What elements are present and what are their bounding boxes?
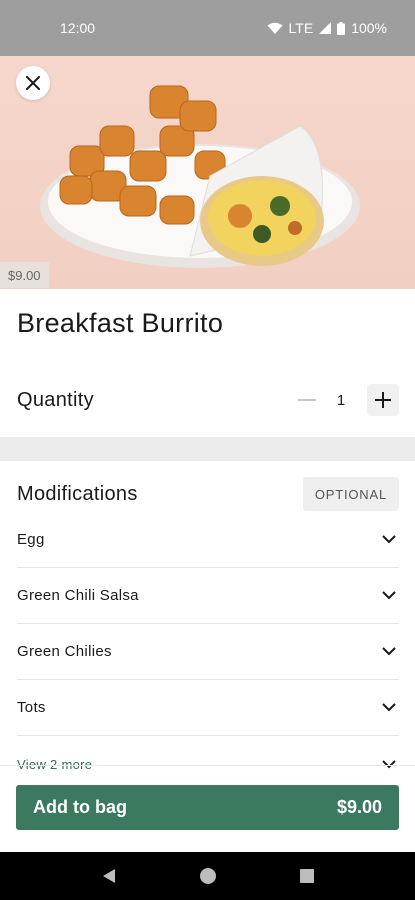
close-icon bbox=[26, 76, 40, 90]
signal-icon bbox=[319, 22, 332, 34]
hero-price-tag: $9.00 bbox=[0, 262, 49, 288]
recents-icon[interactable] bbox=[299, 869, 314, 883]
modification-label: Green Chilies bbox=[17, 643, 112, 660]
view-more-button[interactable]: View 2 more bbox=[17, 736, 399, 792]
modifications-title: Modifications bbox=[17, 482, 138, 505]
modification-label: Green Chili Salsa bbox=[17, 587, 139, 604]
hero-image bbox=[0, 56, 415, 289]
chevron-down-icon bbox=[379, 754, 399, 774]
quantity-label: Quantity bbox=[17, 388, 94, 411]
quantity-stepper: 1 bbox=[291, 384, 399, 416]
close-button[interactable] bbox=[16, 66, 50, 100]
network-label: LTE bbox=[288, 20, 314, 36]
modification-item-egg[interactable]: Egg bbox=[17, 512, 399, 568]
modification-item-green-chilies[interactable]: Green Chilies bbox=[17, 624, 399, 680]
battery-icon bbox=[337, 21, 346, 35]
item-title: Breakfast Burrito bbox=[17, 308, 224, 338]
modification-item-tots[interactable]: Tots bbox=[17, 680, 399, 736]
status-icons: LTE 100% bbox=[267, 20, 387, 36]
add-to-bag-label: Add to bag bbox=[33, 797, 127, 817]
wifi-icon bbox=[267, 22, 283, 34]
modification-label: Egg bbox=[17, 531, 45, 548]
system-nav-bar bbox=[0, 852, 415, 900]
modification-item-green-chili-salsa[interactable]: Green Chili Salsa bbox=[17, 568, 399, 624]
status-bar: 12:00 LTE 100% bbox=[0, 0, 415, 56]
plus-icon bbox=[375, 392, 391, 408]
food-photo-icon bbox=[40, 85, 360, 268]
add-to-bag-price: $9.00 bbox=[336, 797, 382, 817]
modifications-header: Modifications OPTIONAL bbox=[17, 476, 399, 512]
status-time: 12:00 bbox=[60, 20, 96, 36]
chevron-down-icon bbox=[379, 698, 399, 718]
modification-label: Tots bbox=[17, 699, 46, 716]
quantity-row: Quantity 1 bbox=[17, 380, 399, 420]
chevron-down-icon bbox=[379, 642, 399, 662]
optional-badge: OPTIONAL bbox=[302, 477, 399, 511]
battery-label: 100% bbox=[351, 20, 387, 36]
quantity-value: 1 bbox=[336, 391, 346, 409]
minus-icon bbox=[298, 399, 316, 401]
chevron-down-icon bbox=[379, 530, 399, 550]
view-more-label: View 2 more bbox=[17, 756, 93, 772]
modifications-list: Egg Green Chili Salsa Green Chilies Tots… bbox=[17, 512, 399, 792]
chevron-down-icon bbox=[379, 586, 399, 606]
decrease-quantity-button[interactable] bbox=[291, 384, 323, 416]
back-icon[interactable] bbox=[102, 868, 116, 884]
add-to-bag-button[interactable]: Add to bag $9.00 bbox=[16, 785, 399, 830]
increase-quantity-button[interactable] bbox=[367, 384, 399, 416]
bottom-divider bbox=[0, 765, 415, 766]
home-icon[interactable] bbox=[199, 867, 217, 885]
section-divider bbox=[0, 437, 415, 461]
